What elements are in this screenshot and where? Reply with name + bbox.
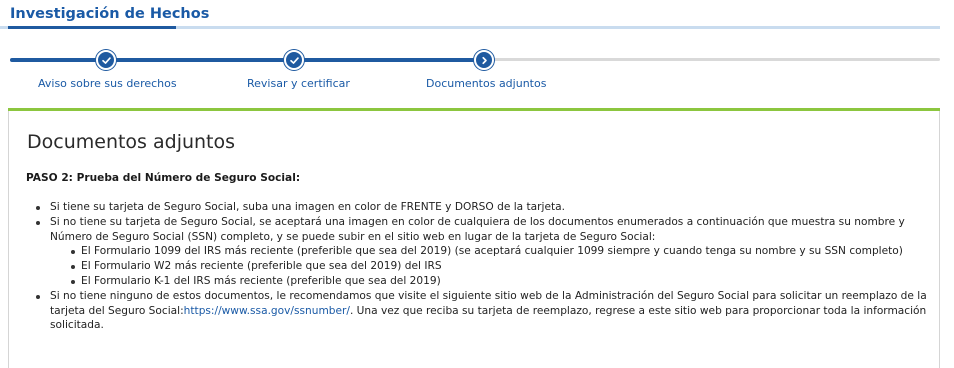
page-header: Investigación de Hechos [0,0,954,32]
list-item: Si no tiene ninguno de estos documentos,… [26,289,931,333]
document-text: El Formulario K-1 del IRS más reciente (… [81,274,441,287]
instructions-list: Si tiene su tarjeta de Seguro Social, su… [26,200,931,333]
list-item: El Formulario 1099 del IRS más reciente … [66,244,931,259]
ssa-link[interactable]: https://www.ssa.gov/ssnumber/ [184,305,350,317]
accepted-documents-list: El Formulario 1099 del IRS más reciente … [50,244,931,288]
section-title: Documentos adjuntos [27,131,236,153]
page-title: Investigación de Hechos [10,6,210,22]
progress-stepper: Aviso sobre sus derechos Revisar y certi… [0,40,954,100]
list-item: El Formulario W2 más reciente (preferibl… [66,259,931,274]
document-text: El Formulario 1099 del IRS más reciente … [81,245,903,258]
list-item: Si tiene su tarjeta de Seguro Social, su… [26,200,931,215]
header-title-underline [8,26,176,29]
bullet-text: Si no tiene su tarjeta de Seguro Social,… [50,215,905,243]
list-item: Si no tiene su tarjeta de Seguro Social,… [26,215,931,289]
step-3-label[interactable]: Documentos adjuntos [426,77,546,90]
stepper-remaining-track [484,58,940,61]
step-2-label[interactable]: Revisar y certificar [247,77,350,90]
stepper-progress-track [10,58,484,62]
attachments-card: Documentos adjuntos PASO 2: Prueba del N… [8,111,940,368]
list-item: El Formulario K-1 del IRS más reciente (… [66,274,931,289]
step-1-check-icon [96,50,116,70]
step-heading: PASO 2: Prueba del Número de Seguro Soci… [26,172,301,184]
step-1-label[interactable]: Aviso sobre sus derechos [38,77,177,90]
document-text: El Formulario W2 más reciente (preferibl… [81,260,442,273]
instructions: Si tiene su tarjeta de Seguro Social, su… [26,200,931,333]
bullet-text: Si tiene su tarjeta de Seguro Social, su… [50,201,565,213]
step-2-check-icon [284,50,304,70]
step-3-chevron-right-icon [474,50,494,70]
